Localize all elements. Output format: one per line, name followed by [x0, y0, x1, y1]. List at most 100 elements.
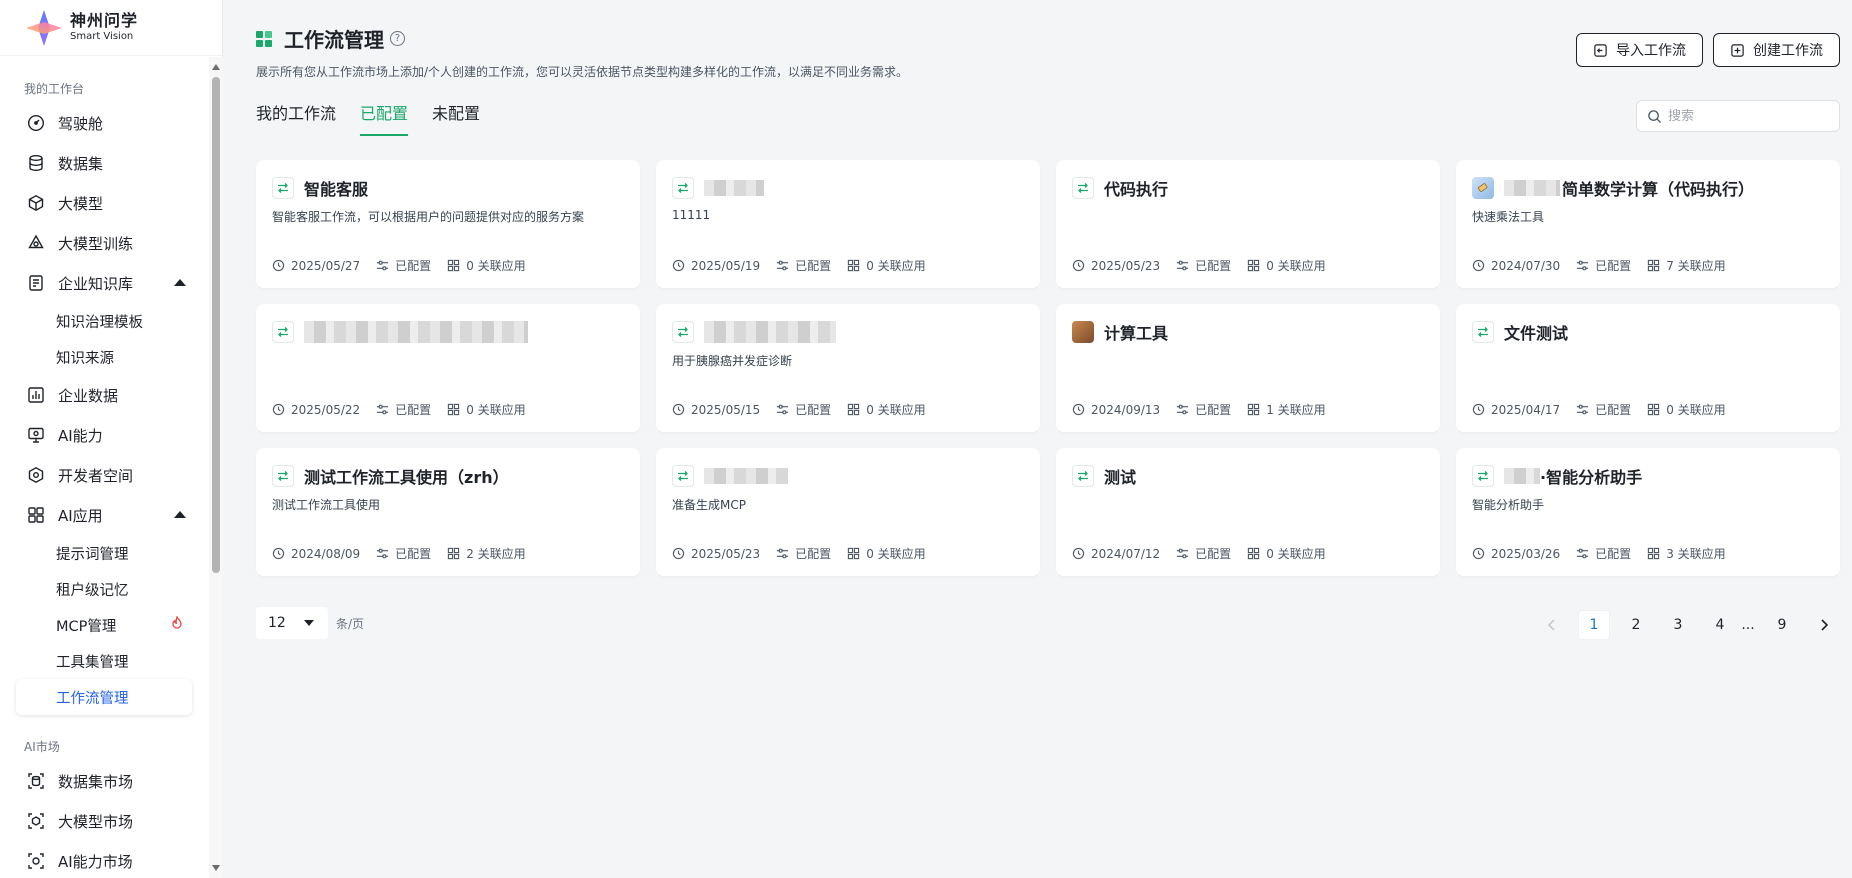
- developer-icon: [26, 465, 46, 485]
- clock-icon: [1472, 547, 1485, 560]
- card-status: 已配置: [1595, 547, 1632, 561]
- card-description: 智能客服工作流，可以根据用户的问题提供对应的服务方案: [272, 210, 585, 224]
- card-meta: 2025/05/23 已配置 0 关联应用: [672, 545, 942, 562]
- card-meta: 2025/05/15 已配置 0 关联应用: [672, 401, 942, 418]
- sidebar-subitem-prompt[interactable]: 提示词管理: [0, 535, 208, 571]
- create-workflow-button[interactable]: 创建工作流: [1713, 33, 1840, 67]
- sidebar-item-label: 驾驶舱: [58, 114, 104, 133]
- card-apps: 0 关联应用: [866, 259, 926, 273]
- card-description: [272, 352, 624, 368]
- sidebar-subitem-tenant-memory[interactable]: 租户级记忆: [0, 571, 208, 607]
- page-button[interactable]: 1: [1578, 610, 1610, 640]
- sidebar-item-developer[interactable]: 开发者空间: [0, 455, 208, 495]
- sidebar-item-label: 大模型: [58, 194, 104, 213]
- tab-configured[interactable]: 已配置: [360, 100, 409, 136]
- search-input[interactable]: [1668, 108, 1828, 124]
- workflow-card[interactable]: 简单数学计算（代码执行） 快速乘法工具 2024/07/30 已配置 7 关联应…: [1456, 160, 1840, 288]
- workflow-card[interactable]: 准备生成MCP 2025/05/23 已配置 0 关联应用: [656, 448, 1040, 576]
- next-page-button[interactable]: [1808, 610, 1840, 640]
- sidebar-item-model[interactable]: 大模型: [0, 183, 208, 223]
- help-icon[interactable]: ?: [390, 31, 405, 46]
- sidebar-item-ai-apps[interactable]: AI应用: [0, 495, 208, 535]
- eraser-icon: [1472, 177, 1494, 199]
- page-button[interactable]: 2: [1620, 610, 1652, 640]
- card-status: 已配置: [395, 403, 432, 417]
- config-icon: [377, 404, 389, 415]
- card-date: 2025/05/23: [691, 546, 761, 561]
- dataset-market-icon: [26, 771, 46, 791]
- workflow-card[interactable]: 11111 2025/05/19 已配置 0 关联应用: [656, 160, 1040, 288]
- card-status: 已配置: [795, 547, 832, 561]
- training-icon: [26, 233, 46, 253]
- workflow-card[interactable]: 智能客服 智能客服工作流，可以根据用户的问题提供对应的服务方案 2025/05/…: [256, 160, 640, 288]
- scroll-up-icon[interactable]: [212, 64, 220, 70]
- page-button[interactable]: 3: [1662, 610, 1694, 640]
- workflow-card[interactable]: 代码执行 2025/05/23 已配置 0 关联应用: [1056, 160, 1440, 288]
- workflow-card[interactable]: 测试工作流工具使用（zrh） 测试工作流工具使用 2024/08/09 已配置 …: [256, 448, 640, 576]
- card-meta: 2025/05/23 已配置 0 关联应用: [1072, 257, 1342, 274]
- sidebar-subitem-mcp[interactable]: MCP管理: [0, 607, 208, 643]
- blurred-title: [304, 321, 528, 343]
- clock-icon: [672, 403, 685, 416]
- card-status: 已配置: [1595, 403, 1632, 417]
- apps-icon: [448, 259, 460, 272]
- workflow-card[interactable]: 用于胰腺癌并发症诊断 2025/05/15 已配置 0 关联应用: [656, 304, 1040, 432]
- config-icon: [777, 260, 789, 271]
- page-button[interactable]: 4: [1704, 610, 1736, 640]
- sidebar-item-label: 企业数据: [58, 386, 119, 405]
- card-date: 2024/07/12: [1091, 546, 1161, 561]
- sidebar-item-ability-market[interactable]: AI能力市场: [0, 841, 208, 878]
- workflow-card[interactable]: 2025/05/22 已配置 0 关联应用: [256, 304, 640, 432]
- tab-my-workflows[interactable]: 我的工作流: [256, 100, 336, 136]
- config-icon: [1177, 404, 1189, 415]
- page-ellipsis[interactable]: ...: [1740, 610, 1756, 640]
- chevron-up-icon[interactable]: [174, 279, 186, 286]
- database-icon: [26, 153, 46, 173]
- per-page-label: 条/页: [336, 616, 365, 631]
- section-title-workspace: 我的工作台: [24, 82, 85, 96]
- apps-icon: [448, 547, 460, 560]
- page-size-select[interactable]: 12: [256, 607, 328, 639]
- workflow-card[interactable]: 计算工具 2024/09/13 已配置 1 关联应用: [1056, 304, 1440, 432]
- sidebar-item-enterprise-data[interactable]: 企业数据: [0, 375, 208, 415]
- scroll-down-icon[interactable]: [212, 865, 220, 871]
- import-workflow-label: 导入工作流: [1616, 42, 1686, 58]
- scrollbar-thumb[interactable]: [212, 77, 220, 573]
- sidebar-item-ai-ability[interactable]: AI能力: [0, 415, 208, 455]
- sidebar-item-knowledge[interactable]: 企业知识库: [0, 263, 208, 303]
- sidebar-item-dataset[interactable]: 数据集: [0, 143, 208, 183]
- sidebar-subitem-knowledge-source[interactable]: 知识来源: [0, 339, 208, 375]
- header-actions: 导入工作流 创建工作流: [1566, 33, 1840, 67]
- sidebar-item-training[interactable]: 大模型训练: [0, 223, 208, 263]
- card-apps: 7 关联应用: [1666, 259, 1726, 273]
- page-button[interactable]: 9: [1766, 610, 1798, 640]
- card-meta: 2025/05/22 已配置 0 关联应用: [272, 401, 542, 418]
- tab-unconfigured[interactable]: 未配置: [432, 100, 480, 136]
- search-icon: [1648, 109, 1662, 123]
- brand-logo[interactable]: 神州问学 Smart Vision: [0, 0, 222, 56]
- card-meta: 2025/04/17 已配置 0 关联应用: [1472, 401, 1742, 418]
- workflow-card[interactable]: 测试 2024/07/12 已配置 0 关联应用: [1056, 448, 1440, 576]
- chevron-up-icon[interactable]: [174, 511, 186, 518]
- sidebar-subitem-toolset[interactable]: 工具集管理: [0, 643, 208, 679]
- sidebar-item-dashboard[interactable]: 驾驶舱: [0, 103, 208, 143]
- brand-name-en: Smart Vision: [70, 31, 134, 42]
- logo-star-icon: [24, 8, 64, 48]
- sidebar-item-dataset-market[interactable]: 数据集市场: [0, 761, 208, 801]
- card-status: 已配置: [395, 259, 432, 273]
- workflow-card[interactable]: 文件测试 2025/04/17 已配置 0 关联应用: [1456, 304, 1840, 432]
- card-title: 测试工作流工具使用（zrh）: [304, 468, 509, 487]
- clock-icon: [1072, 403, 1085, 416]
- workflow-swap-icon: [272, 465, 294, 487]
- sidebar-scrollbar[interactable]: [209, 57, 223, 878]
- clock-icon: [272, 547, 285, 560]
- config-icon: [1577, 548, 1589, 559]
- sidebar-subitem-workflow[interactable]: 工作流管理: [16, 679, 192, 715]
- chevron-down-icon: [304, 620, 314, 626]
- sidebar-item-model-market[interactable]: 大模型市场: [0, 801, 208, 841]
- workflow-card[interactable]: ·智能分析助手 智能分析助手 2025/03/26 已配置 3 关联应用: [1456, 448, 1840, 576]
- import-workflow-button[interactable]: 导入工作流: [1576, 33, 1703, 67]
- card-description: [1072, 352, 1424, 368]
- sidebar-subitem-governance-template[interactable]: 知识治理模板: [0, 303, 208, 339]
- prev-page-button[interactable]: [1536, 610, 1568, 640]
